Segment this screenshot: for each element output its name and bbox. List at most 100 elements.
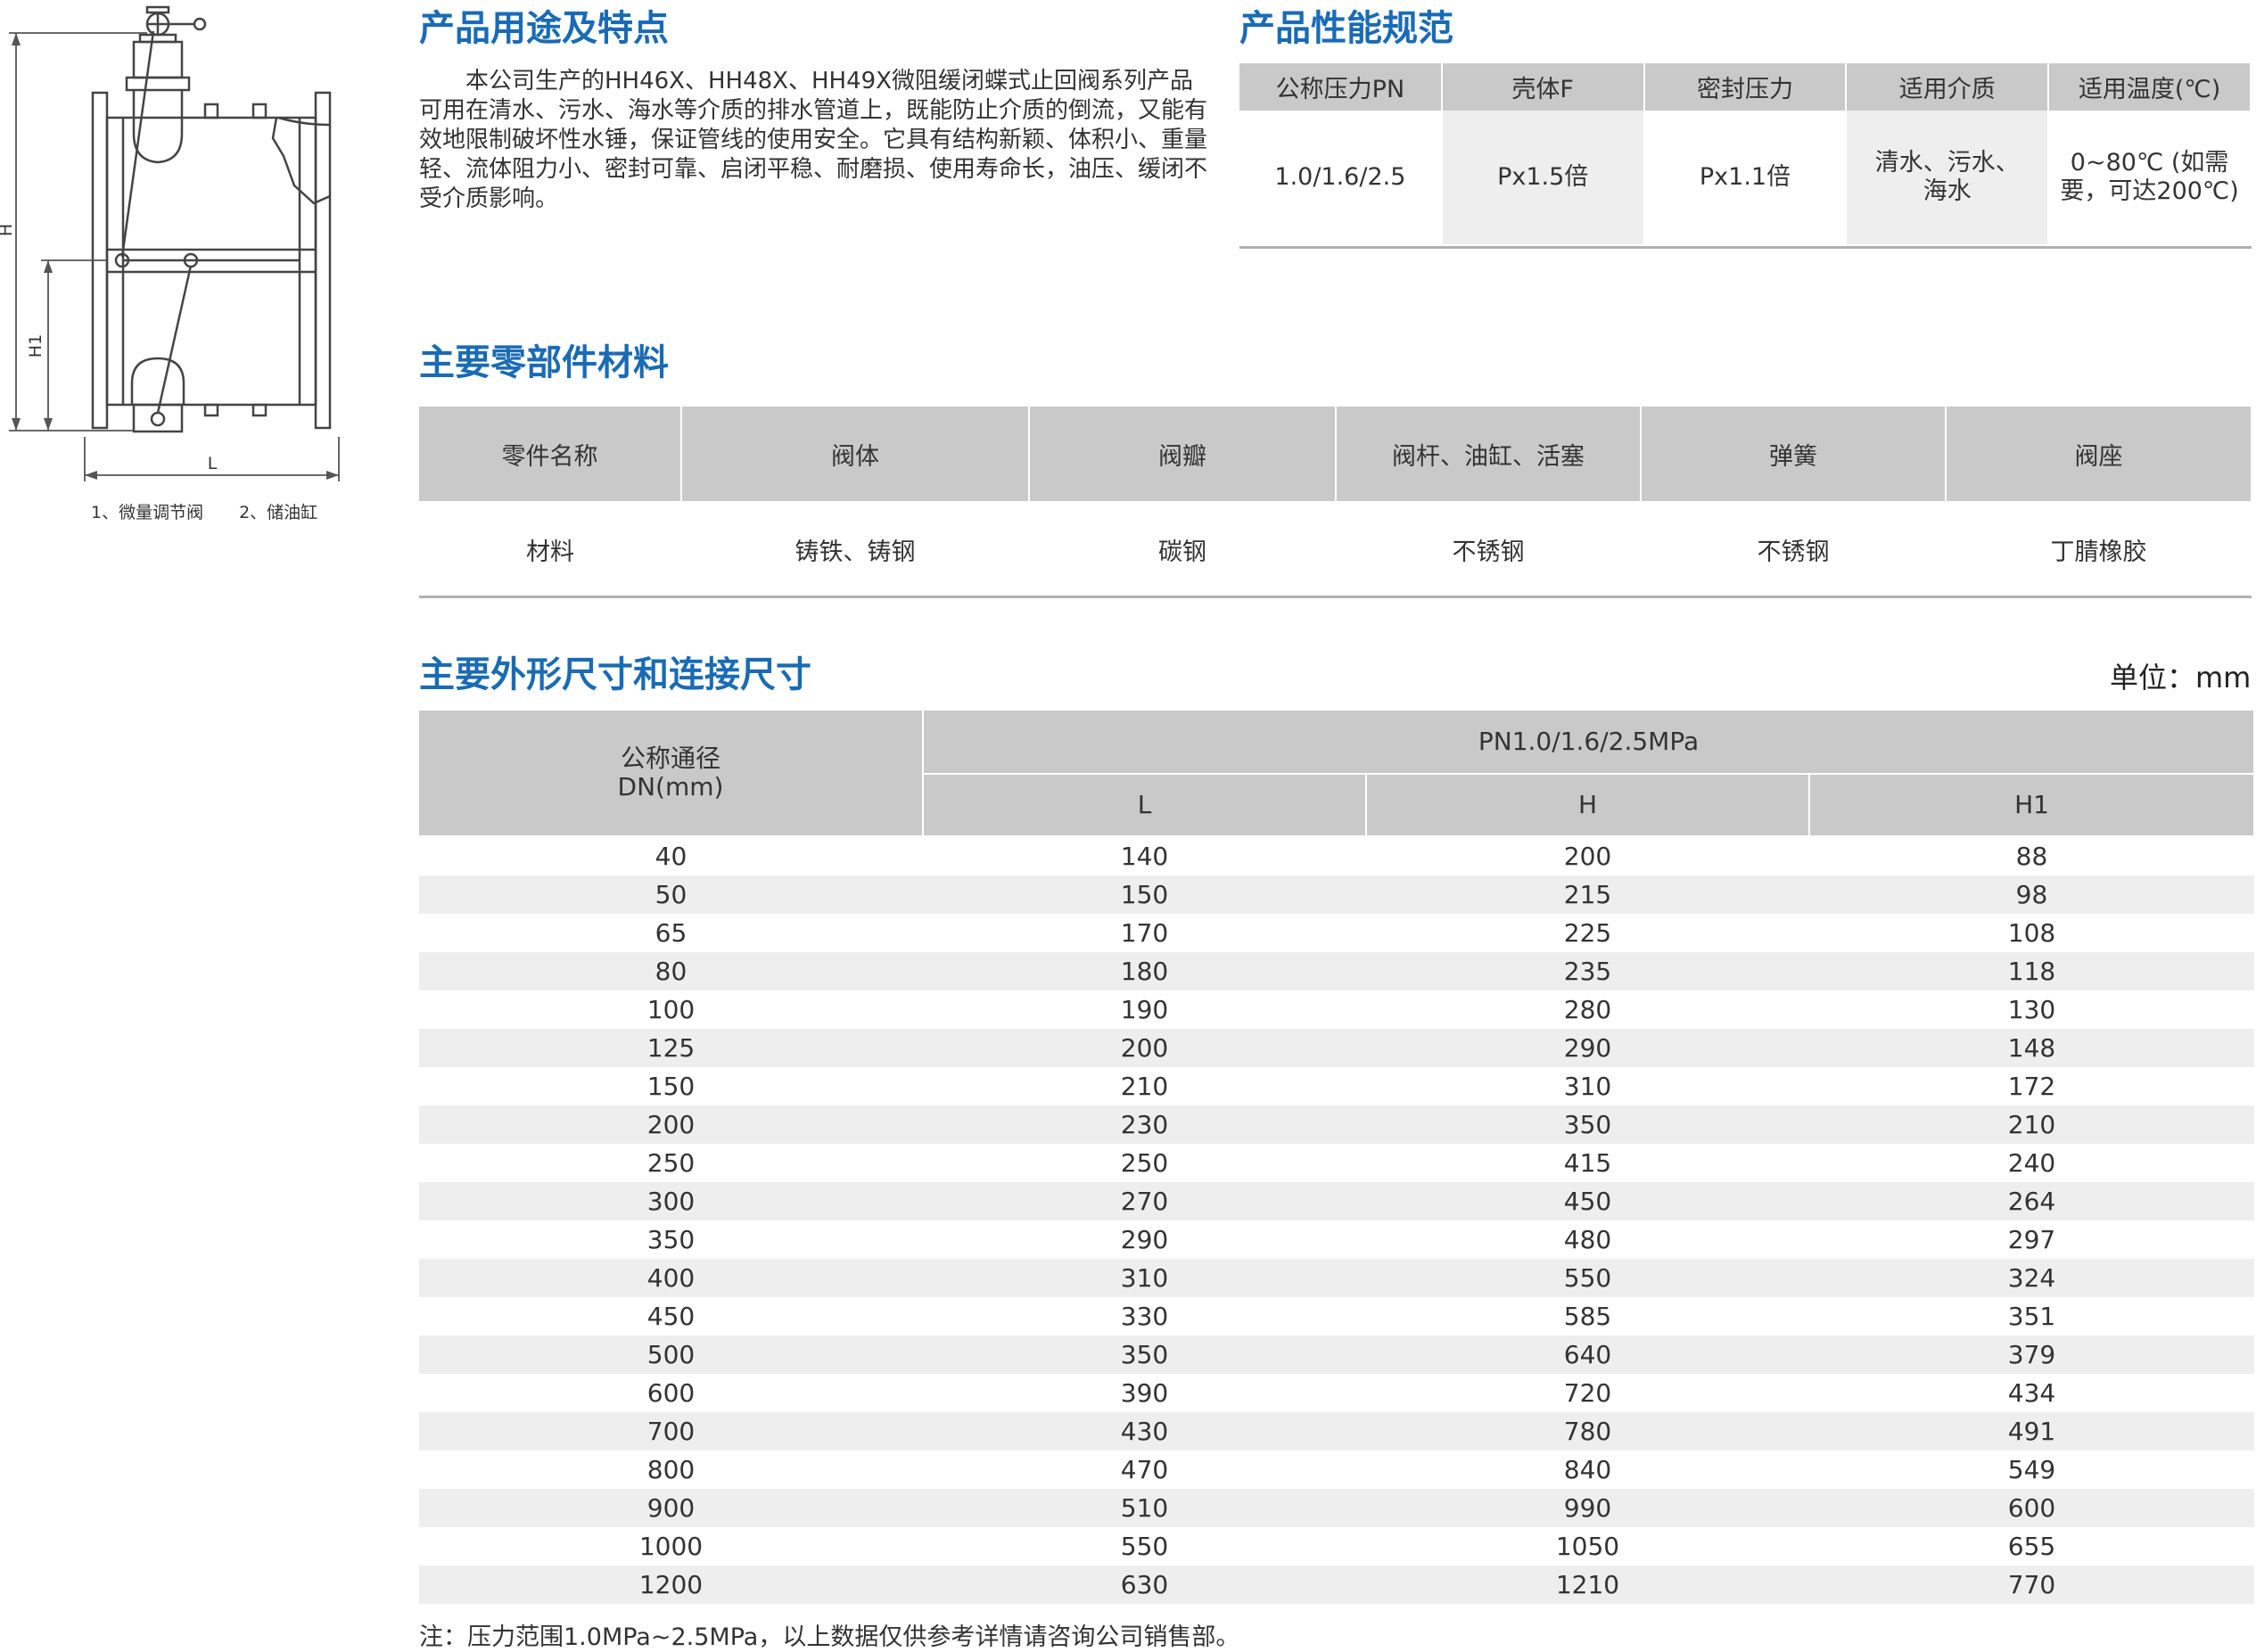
dimension-cell: 310 xyxy=(1563,1072,1612,1101)
dimension-cell: 434 xyxy=(2007,1378,2056,1408)
dn-cell: 100 xyxy=(646,995,696,1024)
table-row: 700 430 780 491 xyxy=(419,1412,2254,1451)
dim-label-h: H xyxy=(0,224,16,236)
perf-header-seal: 密封压力 xyxy=(1643,63,1848,111)
dn-cell: 450 xyxy=(646,1302,696,1331)
dimension-cell: 351 xyxy=(2007,1302,2056,1331)
dimension-cell: 210 xyxy=(1120,1072,1169,1101)
dimension-cell: 170 xyxy=(1120,918,1169,948)
dimension-cell: 655 xyxy=(2007,1532,2056,1561)
dimension-cell: 297 xyxy=(2007,1225,2056,1254)
dn-cell: 80 xyxy=(419,952,923,990)
table-row: 1000 550 1050 655 xyxy=(419,1527,2254,1566)
table-row: 250 250 415 240 xyxy=(419,1144,2254,1182)
performance-heading: 产品性能规范 xyxy=(1239,8,1453,49)
dimension-cell: 235 xyxy=(1366,952,1809,990)
perf-header-shell: 壳体F xyxy=(1441,63,1645,111)
dims-header-h: H xyxy=(1366,774,1810,837)
dimension-cell: 290 xyxy=(1366,1029,1809,1067)
dn-cell: 400 xyxy=(419,1259,923,1297)
dimension-cell: 190 xyxy=(1120,995,1169,1024)
materials-value-label: 材料 xyxy=(526,538,574,566)
dimension-cell: 1210 xyxy=(1366,1566,1809,1604)
table-row: 80 180 235 118 xyxy=(419,952,2254,990)
dn-cell: 250 xyxy=(646,1148,696,1178)
dimension-cell: 491 xyxy=(1809,1412,2254,1451)
materials-header-stem: 阀杆、油缸、活塞 xyxy=(1336,407,1642,501)
table-row: 400 310 550 324 xyxy=(419,1259,2254,1297)
dimension-cell: 210 xyxy=(1809,1105,2254,1144)
dimension-cell: 1050 xyxy=(1555,1532,1620,1561)
dim-label-l: L xyxy=(208,454,218,473)
perf-value-seal: Px1.1倍 xyxy=(1643,111,1848,244)
dimension-cell: 118 xyxy=(1809,952,2254,990)
table-row: 300 270 450 264 xyxy=(419,1182,2254,1221)
dimension-cell: 450 xyxy=(1366,1182,1809,1221)
perf-header-pn: 公称压力PN xyxy=(1239,63,1443,111)
dimension-cell: 630 xyxy=(923,1566,1366,1604)
dimension-cell: 549 xyxy=(2007,1455,2056,1484)
dims-header-h1: H1 xyxy=(1809,774,2255,837)
dimension-cell: 585 xyxy=(1563,1302,1612,1331)
materials-divider xyxy=(419,596,2252,598)
materials-header-seat: 阀座 xyxy=(1946,407,2252,501)
performance-header-row: 公称压力PN 壳体F 密封压力 适用介质 适用温度(℃) xyxy=(1239,63,2252,111)
dimension-cell: 250 xyxy=(1120,1148,1169,1178)
dimension-cell: 840 xyxy=(1563,1455,1612,1484)
table-row: 65 170 225 108 xyxy=(419,914,2254,952)
dimension-cell: 140 xyxy=(1120,842,1169,871)
performance-divider xyxy=(1239,246,2252,249)
dn-cell: 600 xyxy=(646,1378,696,1408)
valve-drawing: H H1 L xyxy=(0,5,340,481)
materials-heading: 主要零部件材料 xyxy=(419,342,669,383)
table-row: 100 190 280 130 xyxy=(419,990,2254,1029)
dimensions-body: 40 140 200 88 50 150 215 98 65 170 225 108 80 180 235 1… xyxy=(419,836,2254,1604)
table-row: 800 470 840 549 xyxy=(419,1451,2254,1489)
dimension-cell: 780 xyxy=(1366,1412,1809,1451)
perf-header-medium: 适用介质 xyxy=(1846,63,2050,111)
dimension-cell: 390 xyxy=(1120,1378,1169,1408)
perf-value-temp: 0~80℃ (如需要，可达200℃) xyxy=(2048,111,2252,244)
materials-header-part: 零件名称 xyxy=(419,407,682,501)
dimensions-header-row: 公称通径 DN(mm) PN1.0/1.6/2.5MPa xyxy=(419,711,2255,837)
dimension-cell: 230 xyxy=(923,1105,1366,1144)
materials-value-disc: 碳钢 xyxy=(1158,538,1206,566)
materials-value-row: 材料 铸铁、铸钢 碳钢 不锈钢 不锈钢 丁腈橡胶 xyxy=(419,501,2252,597)
intro-text-block: 本公司生产的HH46X、HH48X、HH49X微阻缓闭蝶式止回阀系列产品可用在清… xyxy=(419,67,1208,214)
dn-cell: 200 xyxy=(419,1105,923,1144)
drawing-caption: 1、微量调节阀 2、储油缸 xyxy=(91,499,353,523)
dn-cell: 800 xyxy=(646,1455,696,1484)
materials-value-stem: 不锈钢 xyxy=(1452,538,1525,566)
table-row: 450 330 585 351 xyxy=(419,1297,2254,1336)
footnote: 注：压力范围1.0MPa~2.5MPa，以上数据仅供参考详情请咨询公司销售部。 xyxy=(419,1623,1240,1651)
performance-table: 公称压力PN 壳体F 密封压力 适用介质 适用温度(℃) 1.0/1.6/2.5… xyxy=(1239,63,2252,244)
intro-heading: 产品用途及特点 xyxy=(419,8,669,49)
materials-value-body: 铸铁、铸钢 xyxy=(795,538,916,566)
materials-value-spring: 不锈钢 xyxy=(1757,538,1830,566)
dimension-cell: 550 xyxy=(1366,1259,1809,1297)
dims-header-pn: PN1.0/1.6/2.5MPa xyxy=(923,711,2255,775)
dimension-cell: 415 xyxy=(1563,1148,1612,1178)
dimension-cell: 770 xyxy=(1809,1566,2254,1604)
table-row: 125 200 290 148 xyxy=(419,1029,2254,1067)
table-row: 900 510 990 600 xyxy=(419,1489,2254,1527)
dimension-cell: 108 xyxy=(2007,918,2056,948)
materials-header-disc: 阀瓣 xyxy=(1029,407,1337,501)
dimension-cell: 240 xyxy=(2007,1148,2056,1178)
dimension-cell: 720 xyxy=(1563,1378,1612,1408)
dn-cell: 900 xyxy=(419,1489,923,1527)
dn-cell: 300 xyxy=(419,1182,923,1221)
dimension-cell: 510 xyxy=(923,1489,1366,1527)
table-row: 350 290 480 297 xyxy=(419,1221,2254,1259)
table-row: 40 140 200 88 xyxy=(419,836,2254,875)
materials-header-spring: 弹簧 xyxy=(1641,407,1947,501)
dimension-cell: 470 xyxy=(1120,1455,1169,1484)
perf-header-temp: 适用温度(℃) xyxy=(2048,63,2252,111)
dim-label-h1: H1 xyxy=(26,334,45,358)
dimension-cell: 200 xyxy=(923,1029,1366,1067)
dimension-cell: 350 xyxy=(923,1336,1366,1374)
dimension-cell: 990 xyxy=(1366,1489,1809,1527)
dimension-cell: 640 xyxy=(1366,1336,1809,1374)
table-row: 1200 630 1210 770 xyxy=(419,1566,2254,1604)
dimension-cell: 430 xyxy=(923,1412,1366,1451)
